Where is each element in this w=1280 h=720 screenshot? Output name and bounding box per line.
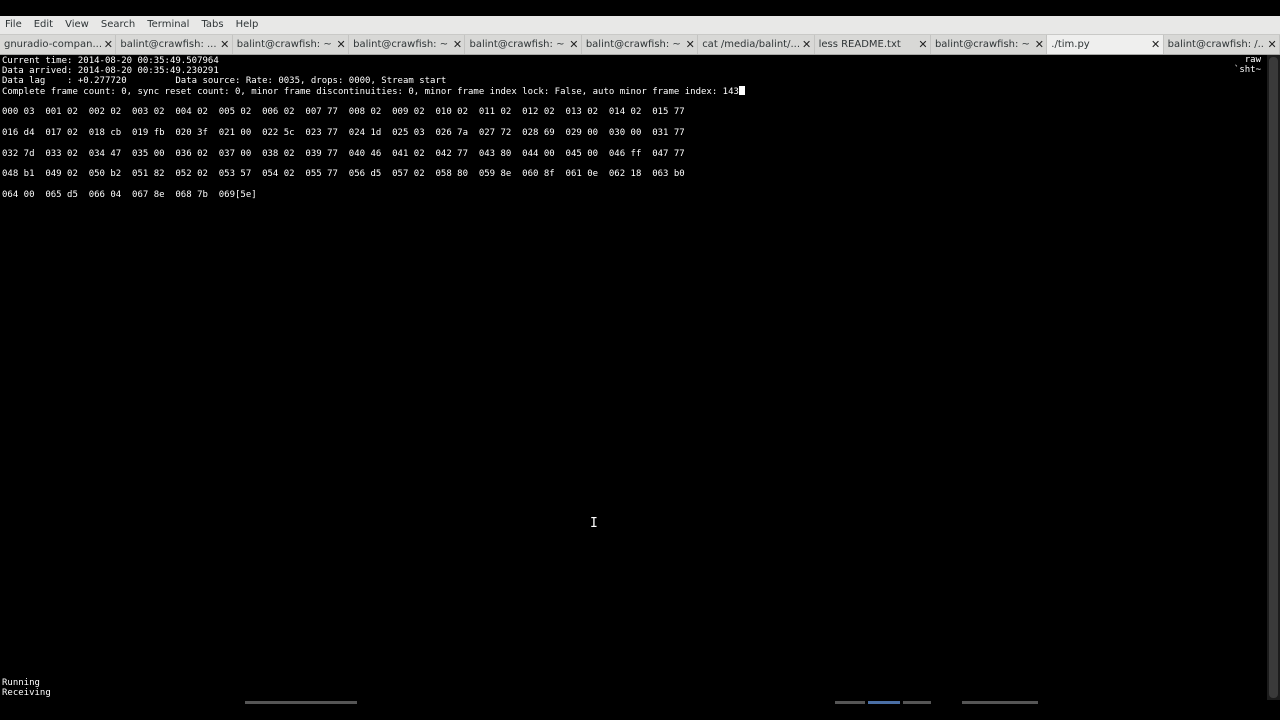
close-icon[interactable]: ✕ [218, 38, 232, 51]
scrollbar-thumb[interactable] [1269, 57, 1278, 698]
data-lag-line: Data lag : +0.277720 Data source: Rate: … [2, 76, 447, 86]
close-icon[interactable]: ✕ [567, 38, 581, 51]
data-row: 016 d4 017 02 018 cb 019 fb 020 3f 021 0… [2, 128, 685, 138]
mode-label: raw `sht~ [1233, 55, 1261, 75]
menu-terminal[interactable]: Terminal [141, 16, 195, 34]
tab-10[interactable]: balint@crawfish: /... ✕ [1164, 35, 1280, 54]
panel-item [868, 701, 900, 704]
close-icon[interactable]: ✕ [683, 38, 697, 51]
close-icon[interactable]: ✕ [916, 38, 930, 51]
tab-3[interactable]: balint@crawfish: ~ ✕ [349, 35, 466, 54]
data-row: 000 03 001 02 002 02 003 02 004 02 005 0… [2, 107, 685, 117]
close-icon[interactable]: ✕ [334, 38, 348, 51]
frame-stats-line: Complete frame count: 0, sync reset coun… [2, 86, 745, 97]
data-row: 064 00 065 d5 066 04 067 8e 068 7b 069[5… [2, 190, 257, 200]
tab-5[interactable]: balint@crawfish: ~ ✕ [582, 35, 699, 54]
data-row: 032 7d 033 02 034 47 035 00 036 02 037 0… [2, 149, 685, 159]
terminal-output[interactable]: Current time: 2014-08-20 00:35:49.507964… [0, 55, 1267, 700]
bottom-panel [0, 700, 1280, 720]
panel-item [962, 701, 1038, 704]
close-icon[interactable]: ✕ [1149, 38, 1163, 51]
panel-item [835, 701, 865, 704]
menu-help[interactable]: Help [230, 16, 265, 34]
menu-edit[interactable]: Edit [28, 16, 59, 34]
tab-label: balint@crawfish: ... [120, 39, 217, 50]
tab-label: balint@crawfish: ~ [236, 39, 332, 50]
close-icon[interactable]: ✕ [1265, 38, 1279, 51]
tab-4[interactable]: balint@crawfish: ~ ✕ [465, 35, 582, 54]
status-running: Running [2, 678, 40, 688]
panel-item [245, 701, 357, 704]
menu-file[interactable]: File [0, 16, 28, 34]
tab-8[interactable]: balint@crawfish: ~ ✕ [931, 35, 1048, 54]
data-arrived-line: Data arrived: 2014-08-20 00:35:49.230291 [2, 66, 219, 76]
frame-stats-text: Complete frame count: 0, sync reset coun… [2, 87, 739, 97]
current-time-line: Current time: 2014-08-20 00:35:49.507964 [2, 56, 219, 66]
menu-view[interactable]: View [59, 16, 95, 34]
tab-label: cat /media/balint/... [702, 39, 800, 50]
tab-label: balint@crawfish: ~ [353, 39, 449, 50]
tab-label: balint@crawfish: ~ [585, 39, 681, 50]
text-cursor-icon: I [590, 516, 598, 531]
menu-tabs[interactable]: Tabs [195, 16, 229, 34]
tab-6[interactable]: cat /media/balint/... ✕ [698, 35, 815, 54]
terminal-scrollbar[interactable] [1267, 55, 1280, 700]
tab-label: ./tim.py [1051, 39, 1090, 50]
tab-1[interactable]: balint@crawfish: ... ✕ [116, 35, 233, 54]
close-icon[interactable]: ✕ [800, 38, 814, 51]
close-icon[interactable]: ✕ [1032, 38, 1046, 51]
terminal-cursor [738, 86, 745, 95]
panel-item [903, 701, 931, 704]
tab-7[interactable]: less README.txt ✕ [815, 35, 931, 54]
status-receiving: Receiving [2, 688, 51, 698]
tab-9[interactable]: ./tim.py ✕ [1047, 35, 1164, 54]
menubar: File Edit View Search Terminal Tabs Help [0, 16, 1280, 35]
close-icon[interactable]: ✕ [450, 38, 464, 51]
tab-label: gnuradio-compan... [4, 39, 102, 50]
tab-label: less README.txt [818, 39, 901, 50]
tab-label: balint@crawfish: ~ [469, 39, 565, 50]
data-row: 048 b1 049 02 050 b2 051 82 052 02 053 5… [2, 169, 685, 179]
menu-search[interactable]: Search [95, 16, 141, 34]
tab-label: balint@crawfish: /... [1167, 39, 1266, 50]
tab-0[interactable]: gnuradio-compan... ✕ [0, 35, 117, 54]
window-titlebar [0, 0, 1280, 16]
tab-label: balint@crawfish: ~ [934, 39, 1030, 50]
close-icon[interactable]: ✕ [101, 38, 115, 51]
tab-bar: gnuradio-compan... ✕ balint@crawfish: ... ✕… [0, 35, 1280, 55]
tab-2[interactable]: balint@crawfish: ~ ✕ [233, 35, 350, 54]
